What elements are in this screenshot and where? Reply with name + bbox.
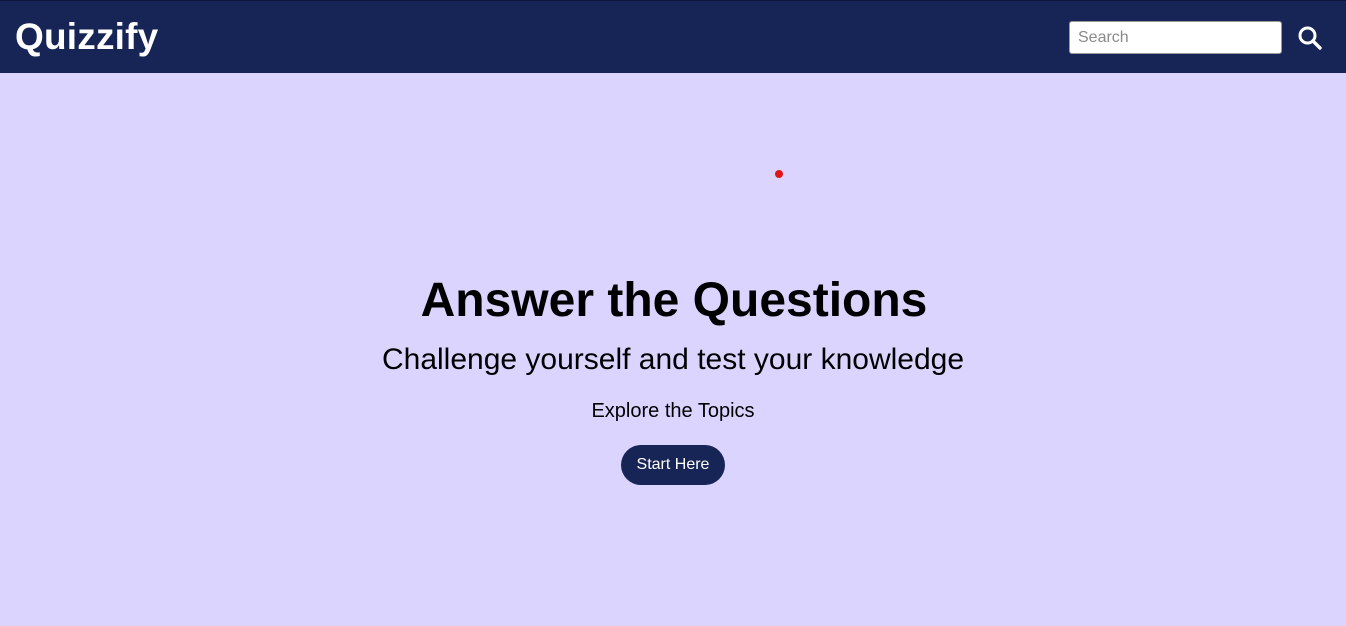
hero-title: Answer the Questions xyxy=(420,274,928,327)
search-button[interactable] xyxy=(1292,21,1328,55)
explore-topics-text: Explore the Topics xyxy=(591,400,755,422)
start-here-button[interactable]: Start Here xyxy=(620,445,726,485)
search-input[interactable] xyxy=(1069,21,1282,54)
hero-section: Answer the Questions Challenge yourself … xyxy=(0,272,1346,485)
cursor-dot xyxy=(775,170,783,178)
hero-subtitle: Challenge yourself and test your knowled… xyxy=(381,343,965,376)
search-icon xyxy=(1298,26,1322,50)
brand-logo[interactable]: Quizzify xyxy=(15,15,158,59)
navbar: Quizzify xyxy=(0,0,1346,73)
